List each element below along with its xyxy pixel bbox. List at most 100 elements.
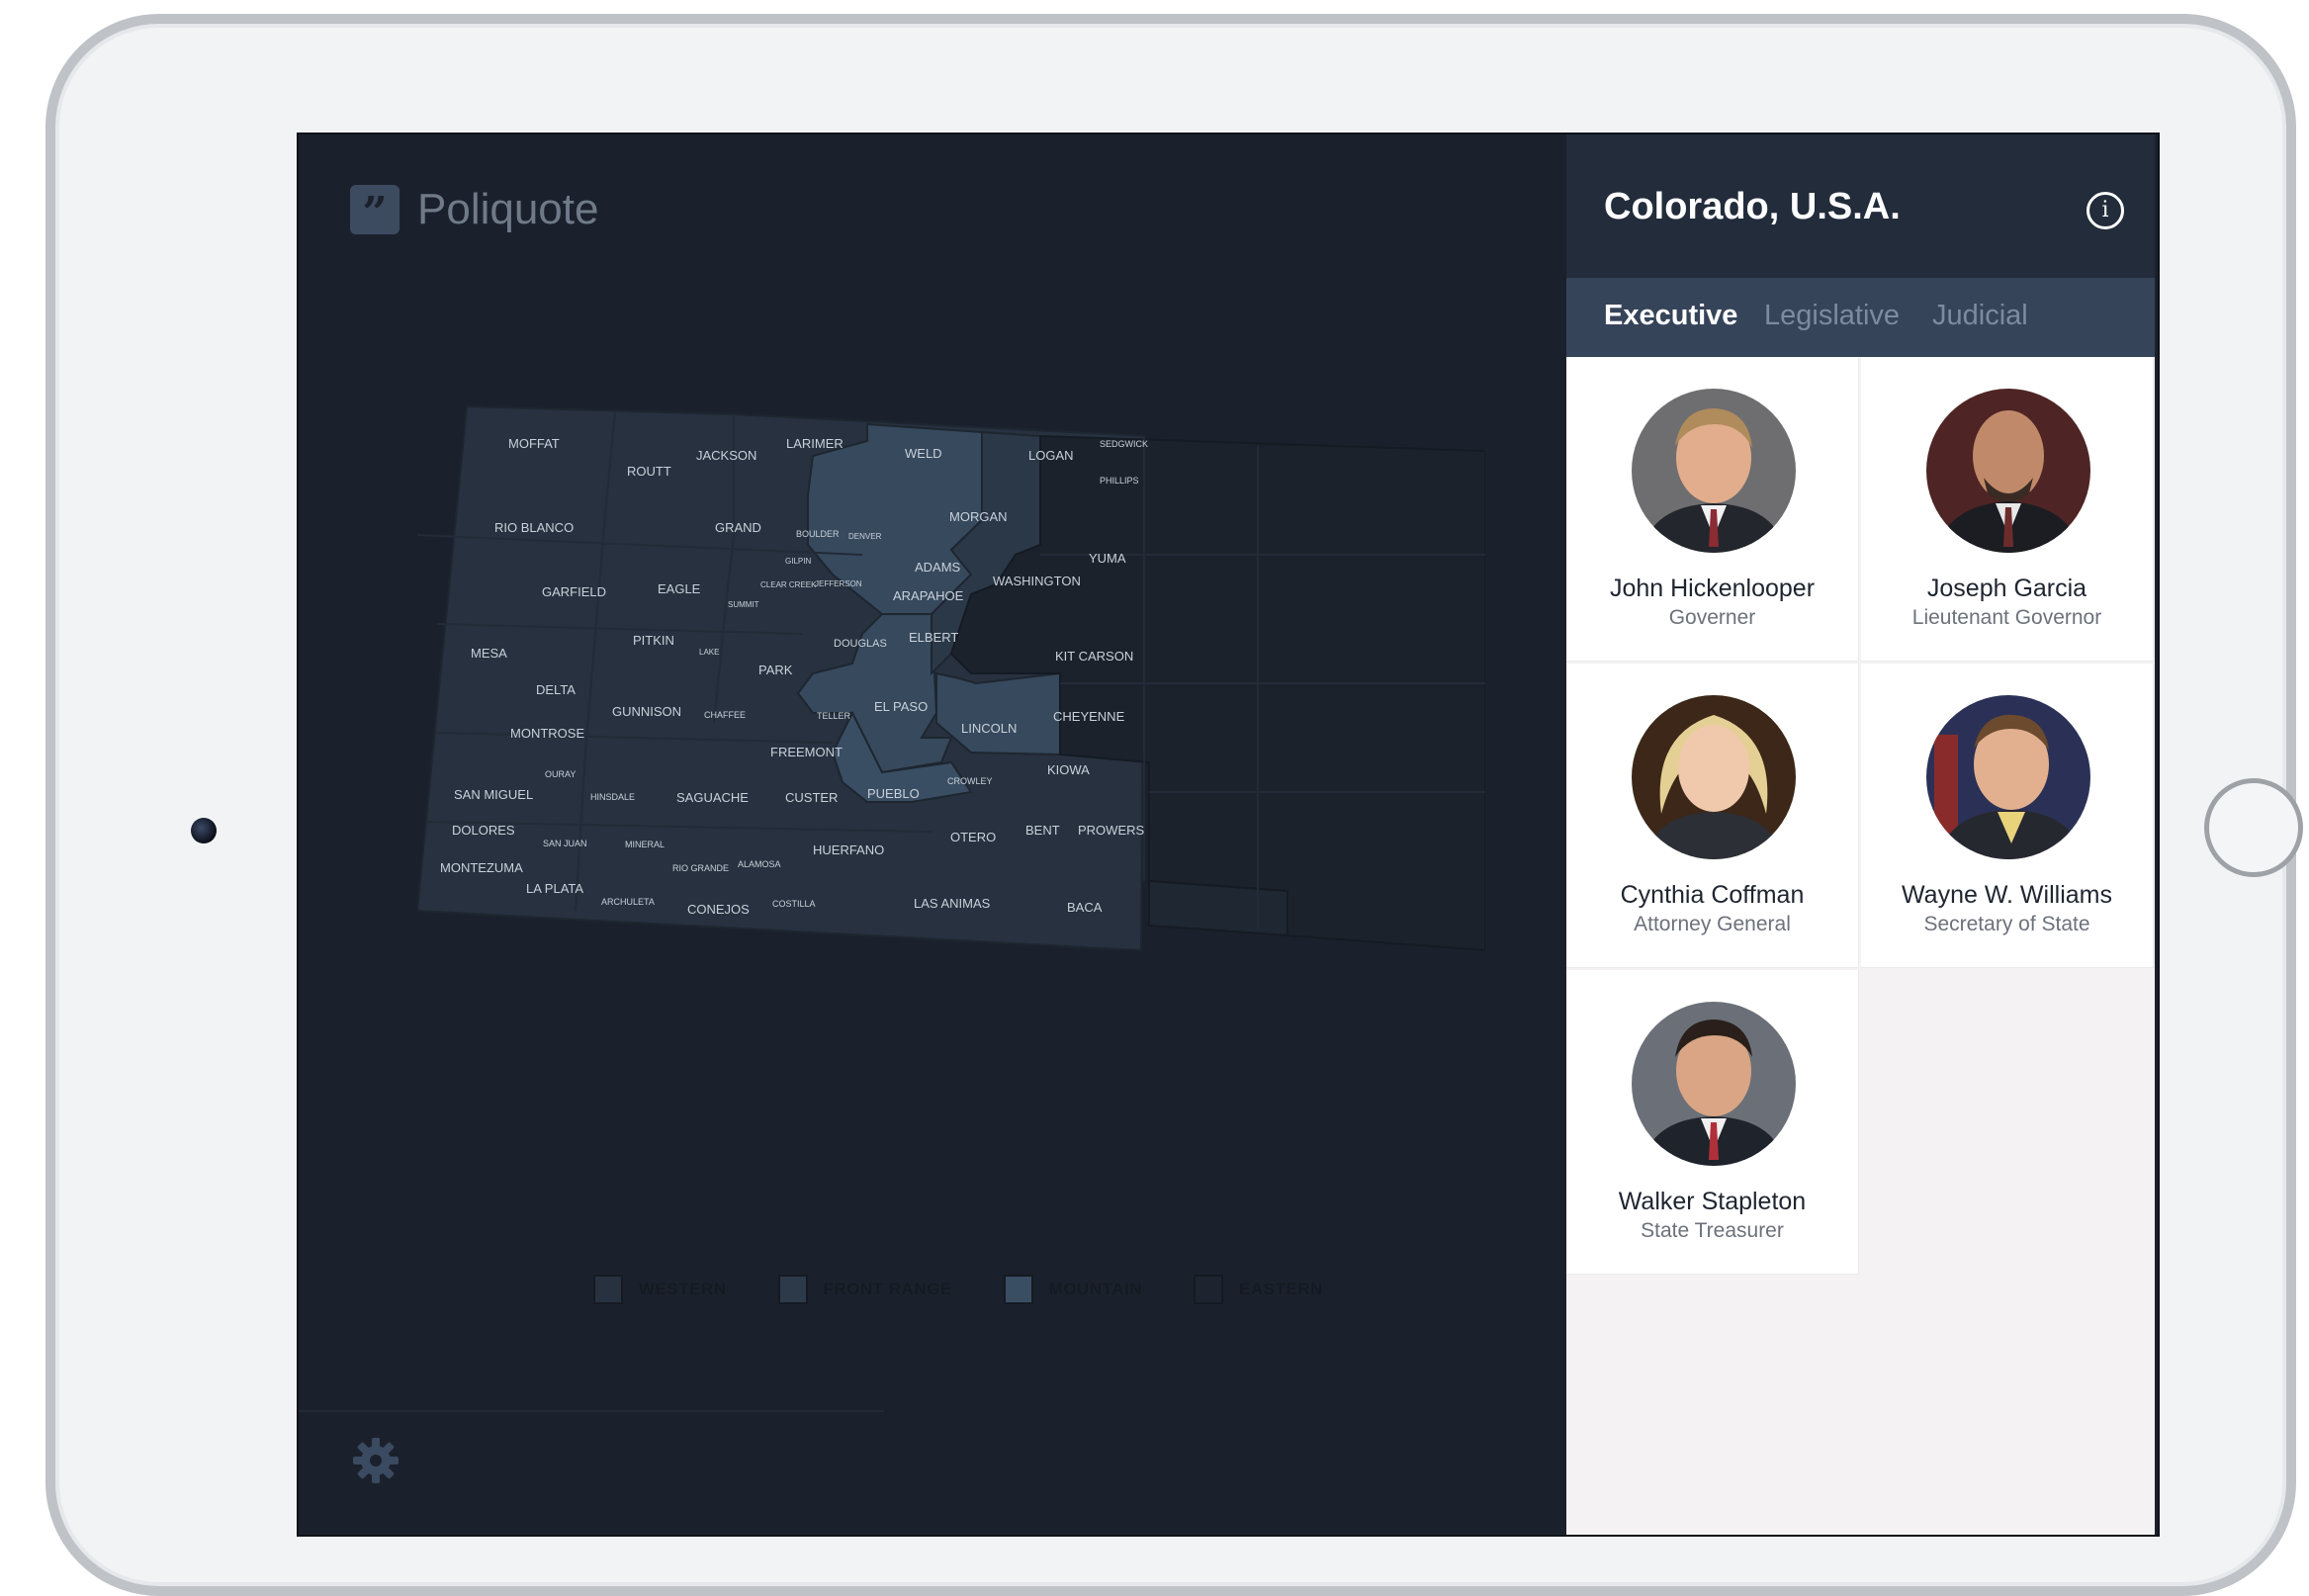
county-label: GARFIELD [542,584,606,599]
county-label: SUMMIT [728,600,759,609]
county-label: PUEBLO [867,786,920,801]
avatar [1632,1002,1796,1166]
legend-swatch [1194,1275,1224,1304]
map-legend: WESTERN FRONT RANGE MOUNTAIN EASTERN [593,1275,1375,1304]
app-brand: ” Poliquote [350,182,599,238]
county-label: JEFFERSON [815,579,862,588]
legend-label: FRONT RANGE [823,1280,952,1298]
county-label: EL PASO [874,699,928,714]
county-label: MORGAN [949,509,1008,524]
county-label: RIO GRANDE [672,863,729,873]
legend-label: EASTERN [1239,1280,1323,1298]
county-label: CROWLEY [947,776,993,786]
county-label: HINSDALE [590,792,635,802]
county-label: DELTA [536,682,576,697]
county-label: LAS ANIMAS [914,896,991,911]
panel-edge [2155,134,2158,1535]
official-role: State Treasurer [1641,1219,1784,1242]
county-label: CHAFFEE [704,710,746,720]
official-card[interactable]: John Hickenlooper Governer [1566,357,1859,662]
county-label: DOLORES [452,823,515,838]
official-role: Governer [1668,606,1756,629]
county-label: CONEJOS [687,902,750,917]
tab-executive[interactable]: Executive [1604,300,1737,332]
home-button[interactable] [2204,778,2303,877]
logo-quote-icon: ” [350,185,400,238]
county-label: WASHINGTON [993,574,1081,588]
county-label: GILPIN [785,557,811,566]
legend-swatch [593,1275,623,1304]
tab-judicial[interactable]: Judicial [1932,300,2028,332]
info-icon[interactable]: i [2087,192,2124,229]
county-label: OURAY [545,769,576,779]
county-label: ADAMS [915,560,961,575]
county-label: ROUTT [627,464,671,479]
app-title: Poliquote [417,185,599,233]
county-label: CHEYENNE [1053,709,1125,724]
county-label: DENVER [848,532,882,541]
county-label: MINERAL [625,840,665,849]
county-label: ALAMOSA [738,859,781,869]
avatar [1632,695,1796,859]
county-label: SAGUACHE [676,790,749,805]
legend-item-front-range[interactable]: FRONT RANGE [777,1275,952,1304]
state-title: Colorado, U.S.A. [1604,186,1901,227]
officials-panel: Colorado, U.S.A. i Executive Legislative… [1566,134,2158,1535]
ipad-frame: ” Poliquote MOFFAT ROUTT JACKSON LARIMER… [45,14,2303,1596]
county-label: DOUGLAS [834,638,887,650]
county-label: ARAPAHOE [893,588,964,603]
county-label: LOGAN [1028,448,1074,463]
app-screen: ” Poliquote MOFFAT ROUTT JACKSON LARIMER… [297,133,2160,1537]
county-label: WELD [905,446,942,461]
county-label: ELBERT [909,630,958,645]
county-label: HUERFANO [813,842,884,857]
county-label: MOFFAT [508,436,560,451]
official-name: Wayne W. Williams [1902,881,2112,909]
branch-tabs: Executive Legislative Judicial [1566,278,2155,357]
official-name: John Hickenlooper [1609,575,1816,602]
county-label: RIO BLANCO [494,520,574,535]
county-label: LARIMER [786,436,844,451]
county-label: LINCOLN [961,721,1017,736]
tab-legislative[interactable]: Legislative [1764,300,1900,332]
legend-item-mountain[interactable]: MOUNTAIN [1003,1275,1142,1304]
official-role: Secretary of State [1923,913,2090,935]
county-label: PITKIN [633,633,674,648]
legend-item-western[interactable]: WESTERN [593,1275,727,1304]
county-label: ARCHULETA [601,897,655,907]
county-label: LAKE [699,648,719,657]
county-label: MONTEZUMA [440,860,523,875]
county-label: KIT CARSON [1055,649,1133,664]
county-label: PHILLIPS [1100,476,1139,486]
county-label: MESA [471,646,507,661]
county-label: YUMA [1089,551,1126,566]
official-name: Walker Stapleton [1618,1188,1807,1215]
legend-item-eastern[interactable]: EASTERN [1194,1275,1323,1304]
county-label: PROWERS [1078,823,1145,838]
avatar [1926,695,2090,859]
county-label: JACKSON [696,448,756,463]
official-card[interactable]: Wayne W. Williams Secretary of State [1861,664,2154,968]
county-region-eastern-south[interactable] [1148,879,1288,937]
colorado-county-map[interactable]: MOFFAT ROUTT JACKSON LARIMER WELD LOGAN … [417,397,1485,1227]
county-label: PARK [758,663,793,677]
county-label: BOULDER [796,529,840,539]
camera-icon [191,818,217,843]
official-card[interactable]: Cynthia Coffman Attorney General [1566,664,1859,968]
county-label: SEDGWICK [1100,439,1148,449]
official-name: Cynthia Coffman [1620,881,1805,909]
map-panel: ” Poliquote MOFFAT ROUTT JACKSON LARIMER… [299,134,1566,1535]
county-label: CLEAR CREEK [760,580,817,589]
county-label: SAN MIGUEL [454,787,533,802]
official-name: Joseph Garcia [1926,575,2087,602]
official-role: Lieutenant Governor [1911,606,2102,629]
official-role: Attorney General [1634,913,1791,935]
county-label: COSTILLA [772,899,816,909]
official-card[interactable]: Walker Stapleton State Treasurer [1566,970,1859,1275]
bottom-divider [299,1410,884,1412]
official-card[interactable]: Joseph Garcia Lieutenant Governor [1861,357,2154,662]
county-label: GRAND [715,520,761,535]
county-label: GUNNISON [612,704,681,719]
legend-label: WESTERN [639,1280,727,1298]
gear-icon[interactable] [350,1435,401,1486]
